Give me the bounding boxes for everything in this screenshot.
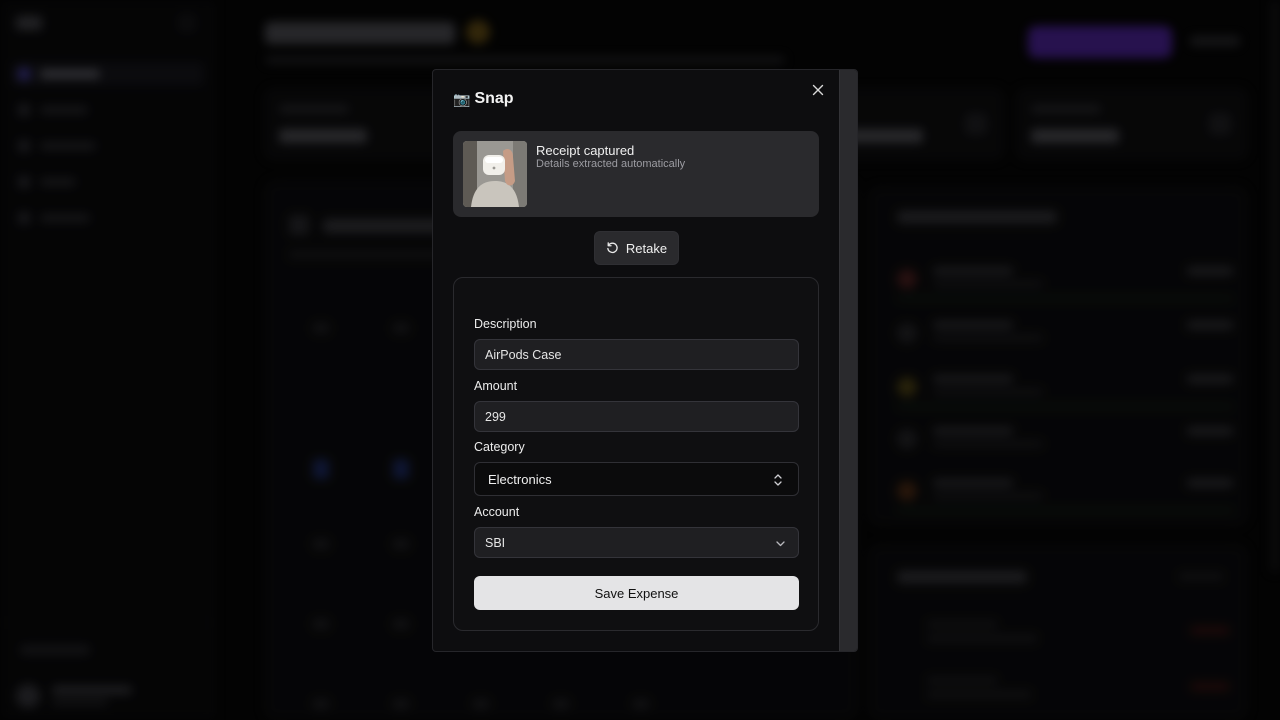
- receipt-title: Receipt captured: [536, 143, 635, 158]
- snap-modal: 📷 Snap Receipt captured Details extracte…: [432, 69, 858, 652]
- modal-title-text: Snap: [474, 90, 514, 107]
- retake-button[interactable]: Retake: [594, 231, 679, 265]
- camera-icon: 📷: [453, 90, 471, 107]
- save-expense-button[interactable]: Save Expense: [474, 576, 799, 610]
- description-label: Description: [474, 317, 537, 331]
- category-label: Category: [474, 440, 525, 454]
- amount-input[interactable]: 299: [474, 401, 799, 432]
- close-icon: [812, 84, 824, 96]
- account-value: SBI: [485, 535, 506, 550]
- receipt-thumbnail: [463, 141, 527, 207]
- receipt-subtitle: Details extracted automatically: [536, 158, 686, 170]
- expense-form: Description AirPods Case Amount 299 Cate…: [453, 277, 819, 631]
- retake-label: Retake: [625, 240, 668, 256]
- modal-title: 📷 Snap: [453, 90, 514, 108]
- category-value: Electronics: [488, 471, 552, 487]
- close-button[interactable]: [809, 81, 827, 99]
- receipt-preview-card: Receipt captured Details extracted autom…: [453, 131, 819, 217]
- modal-scrollbar[interactable]: [839, 70, 857, 651]
- chevron-up-down-icon: [774, 474, 782, 486]
- description-input[interactable]: AirPods Case: [474, 339, 799, 370]
- amount-label: Amount: [474, 379, 518, 393]
- category-select[interactable]: Electronics: [474, 462, 799, 496]
- refresh-icon: [607, 241, 618, 253]
- chevron-down-icon: [776, 541, 785, 547]
- account-select[interactable]: SBI: [474, 527, 799, 558]
- account-label: Account: [474, 505, 520, 519]
